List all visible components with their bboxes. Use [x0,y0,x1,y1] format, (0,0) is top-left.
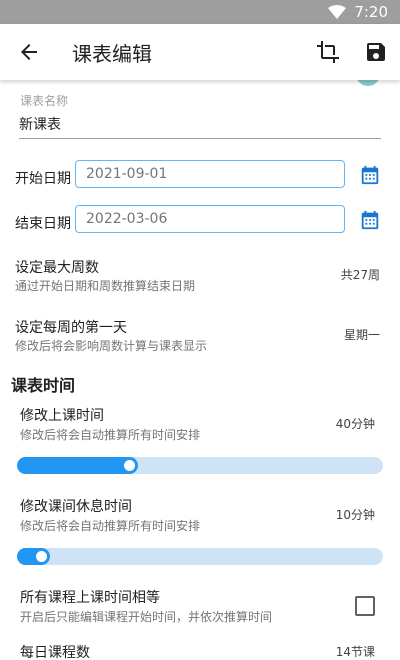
table-name-input[interactable]: 新课表 [19,116,381,139]
basic-info-toggle-cut[interactable] [356,80,380,86]
calendar-icon[interactable] [359,209,381,231]
class-time-value: 40分钟 [335,417,375,431]
schedule-section-title: 课表时间 [11,376,76,395]
save-icon[interactable] [364,40,388,64]
daily-lessons-title: 每日课程数 [20,645,90,660]
status-time: 7:20 [354,3,388,21]
first-day-title[interactable]: 设定每周的第一天 [15,317,127,337]
first-day-subtitle: 修改后将会影响周数计算与课表显示 [15,339,208,353]
wifi-icon [328,5,347,19]
class-time-slider[interactable] [17,457,383,474]
break-time-subtitle: 修改后将会自动推算所有时间安排 [20,519,201,533]
class-time-slider-knob[interactable] [124,460,135,471]
table-name-label: 课表名称 [20,94,69,108]
end-date-label: 结束日期 [15,216,71,232]
back-arrow-icon[interactable] [17,40,41,64]
max-weeks-value[interactable]: 共27周 [341,266,380,283]
first-day-value[interactable]: 星期一 [344,326,380,343]
page-title: 课表编辑 [72,42,152,66]
start-date-label: 开始日期 [15,171,71,187]
equal-time-subtitle: 开启后只能编辑课程开始时间，并依次推算时间 [20,610,273,624]
max-weeks-subtitle: 通过开始日期和周数推算结束日期 [15,279,196,293]
settings-content[interactable]: 课表名称 新课表 开始日期 2021-09-01 结束日期 2022-03-06… [0,80,400,660]
equal-time-title: 所有课程上课时间相等 [20,590,160,606]
equal-time-checkbox[interactable] [355,596,375,616]
break-time-slider[interactable] [17,548,383,565]
crop-icon[interactable] [316,40,340,64]
class-time-slider-fill [17,457,138,474]
status-bar: 7:20 [0,0,400,24]
class-time-title: 修改上课时间 [20,408,104,424]
end-date-field[interactable]: 2022-03-06 [75,205,345,233]
class-time-subtitle: 修改后将会自动推算所有时间安排 [20,428,201,442]
break-time-title: 修改课间休息时间 [20,499,132,515]
max-weeks-title[interactable]: 设定最大周数 [15,257,99,277]
app-bar: 课表编辑 [0,24,400,80]
break-time-slider-knob[interactable] [36,551,47,562]
daily-lessons-value[interactable]: 14节课 [336,643,375,660]
start-date-field[interactable]: 2021-09-01 [75,160,345,188]
break-time-value: 10分钟 [335,508,375,522]
calendar-icon[interactable] [359,164,381,186]
